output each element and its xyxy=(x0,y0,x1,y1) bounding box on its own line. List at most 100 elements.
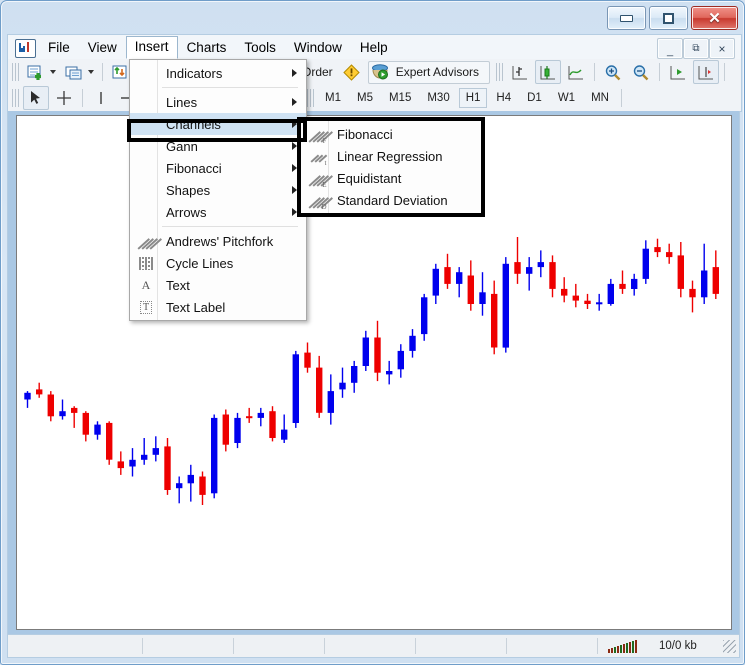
new-chart-button[interactable] xyxy=(23,60,49,84)
channels-submenu-item-fibonacci[interactable]: F Fibonacci xyxy=(301,123,481,145)
minimize-icon xyxy=(620,14,633,22)
toolbar-separator-4 xyxy=(724,63,726,81)
timeframe-m5[interactable]: M5 xyxy=(350,88,380,108)
mdi-restore-button[interactable]: ⧉ xyxy=(683,38,709,59)
toolbar-grip-3[interactable] xyxy=(12,89,19,107)
expert-advisors-label: Expert Advisors xyxy=(395,65,480,79)
line-chart-icon xyxy=(568,65,584,79)
menu-tools[interactable]: Tools xyxy=(235,37,285,59)
pitchfork-icon xyxy=(134,232,162,250)
auto-scroll-button[interactable] xyxy=(665,60,691,84)
insert-menu-item-indicators[interactable]: Indicators xyxy=(130,62,306,84)
insert-menu-item-gann[interactable]: Gann xyxy=(130,135,306,157)
insert-menu-item-channels[interactable]: Channels xyxy=(130,113,306,135)
insert-menu-item-text-label[interactable]: T Text Label xyxy=(130,296,306,318)
submenu-arrow-icon xyxy=(292,69,297,77)
menu-item-no-icon xyxy=(134,203,158,221)
toolbar-grip[interactable] xyxy=(12,63,19,81)
title-bar: ✕ xyxy=(1,1,745,34)
menu-item-label: Andrews' Pitchfork xyxy=(166,233,274,249)
zoom-out-button[interactable] xyxy=(628,60,654,84)
menu-insert[interactable]: Insert xyxy=(125,36,178,59)
timeframe-m30[interactable]: M30 xyxy=(420,88,456,108)
insert-menu-item-shapes[interactable]: Shapes xyxy=(130,179,306,201)
alert-button[interactable] xyxy=(339,60,365,84)
toolbar-separator-5 xyxy=(82,89,83,107)
menu-item-label: Fibonacci xyxy=(166,160,222,176)
menu-item-no-icon xyxy=(134,64,158,82)
insert-menu-item-fibonacci[interactable]: Fibonacci xyxy=(130,157,306,179)
menu-divider xyxy=(162,226,298,227)
status-cell-1 xyxy=(8,638,143,654)
mdi-minimize-button[interactable]: _ xyxy=(657,38,683,59)
menu-item-no-icon xyxy=(134,159,158,177)
timeframe-w1[interactable]: W1 xyxy=(551,88,582,108)
submenu-arrow-icon xyxy=(292,98,297,106)
timeframe-h4[interactable]: H4 xyxy=(489,88,518,108)
menu-item-label: Indicators xyxy=(166,65,223,81)
insert-menu-item-text[interactable]: A Text xyxy=(130,274,306,296)
insert-menu-item-lines[interactable]: Lines xyxy=(130,91,306,113)
timeframe-d1[interactable]: D1 xyxy=(520,88,549,108)
minimize-button[interactable] xyxy=(607,6,646,30)
menu-help[interactable]: Help xyxy=(351,37,397,59)
candlestick-icon xyxy=(540,65,556,79)
channel-fibonacci-icon: F xyxy=(305,125,333,145)
vertical-line-tool[interactable] xyxy=(88,86,114,110)
traffic-label: 10/0 kb xyxy=(659,640,697,652)
toolbar-grip-2[interactable] xyxy=(496,63,504,81)
insert-menu-item-andrews-pitchfork[interactable]: Andrews' Pitchfork xyxy=(130,230,306,252)
new-chart-dropdown[interactable] xyxy=(50,70,56,74)
channels-submenu-item-linear-regression[interactable]: t Linear Regression xyxy=(301,145,481,167)
channels-submenu-item-standard-deviation[interactable]: D Standard Deviation xyxy=(301,189,481,211)
resize-grip[interactable] xyxy=(723,639,736,653)
profiles-dropdown[interactable] xyxy=(88,70,94,74)
zoom-in-icon xyxy=(605,64,621,80)
insert-menu-item-cycle-lines[interactable]: Cycle Lines xyxy=(130,252,306,274)
bar-chart-button[interactable] xyxy=(507,60,533,84)
candlestick-chart-button[interactable] xyxy=(535,60,562,84)
menu-view[interactable]: View xyxy=(79,37,126,59)
timeframe-h1[interactable]: H1 xyxy=(458,88,488,108)
crosshair-tool[interactable] xyxy=(51,86,77,110)
menu-item-label: Lines xyxy=(166,94,198,110)
channels-submenu-item-equidistant[interactable]: E Equidistant xyxy=(301,167,481,189)
menu-item-no-icon xyxy=(134,93,158,111)
status-bar: 10/0 kb xyxy=(7,634,740,658)
channel-equidistant-icon: E xyxy=(305,169,333,189)
timeframe-m1[interactable]: M1 xyxy=(318,88,348,108)
network-signal-icon xyxy=(608,639,637,653)
timeframe-m15[interactable]: M15 xyxy=(382,88,418,108)
expert-advisors-icon xyxy=(371,64,388,80)
vertical-line-icon xyxy=(100,92,102,104)
expert-advisors-button[interactable]: Expert Advisors xyxy=(367,60,491,84)
chart-shift-button[interactable] xyxy=(693,60,720,84)
menu-window[interactable]: Window xyxy=(285,37,351,59)
zoom-in-button[interactable] xyxy=(600,60,626,84)
toolbar-grip-4[interactable] xyxy=(307,89,314,107)
menu-divider xyxy=(162,87,298,88)
menu-charts[interactable]: Charts xyxy=(178,37,236,59)
alert-icon xyxy=(343,63,360,81)
insert-menu-item-arrows[interactable]: Arrows xyxy=(130,201,306,223)
cycle-lines-icon xyxy=(134,254,158,272)
close-button[interactable]: ✕ xyxy=(691,6,738,30)
metatrader-window: ✕ File View Insert Charts Tools Window H… xyxy=(0,0,745,665)
menu-item-label: Cycle Lines xyxy=(166,255,234,271)
channel-standard-deviation-icon: D xyxy=(305,191,333,211)
chart-shift-icon xyxy=(698,65,714,79)
line-chart-button[interactable] xyxy=(563,60,589,84)
mdi-close-button[interactable]: × xyxy=(709,38,735,59)
bar-chart-icon xyxy=(512,65,528,79)
menu-file[interactable]: File xyxy=(39,37,79,59)
maximize-icon xyxy=(663,12,674,24)
profiles-icon xyxy=(65,66,82,79)
mdi-minimize-icon: _ xyxy=(666,44,674,57)
timeframe-mn[interactable]: MN xyxy=(584,88,616,108)
cursor-tool[interactable] xyxy=(23,86,49,110)
line-studies-toolbar: M1 M5 M15 M30 H1 H4 D1 W1 MN xyxy=(7,85,742,112)
menu-item-label: Shapes xyxy=(166,182,211,198)
profiles-button[interactable] xyxy=(61,60,87,84)
text-icon: A xyxy=(141,277,151,292)
maximize-button[interactable] xyxy=(649,6,688,30)
